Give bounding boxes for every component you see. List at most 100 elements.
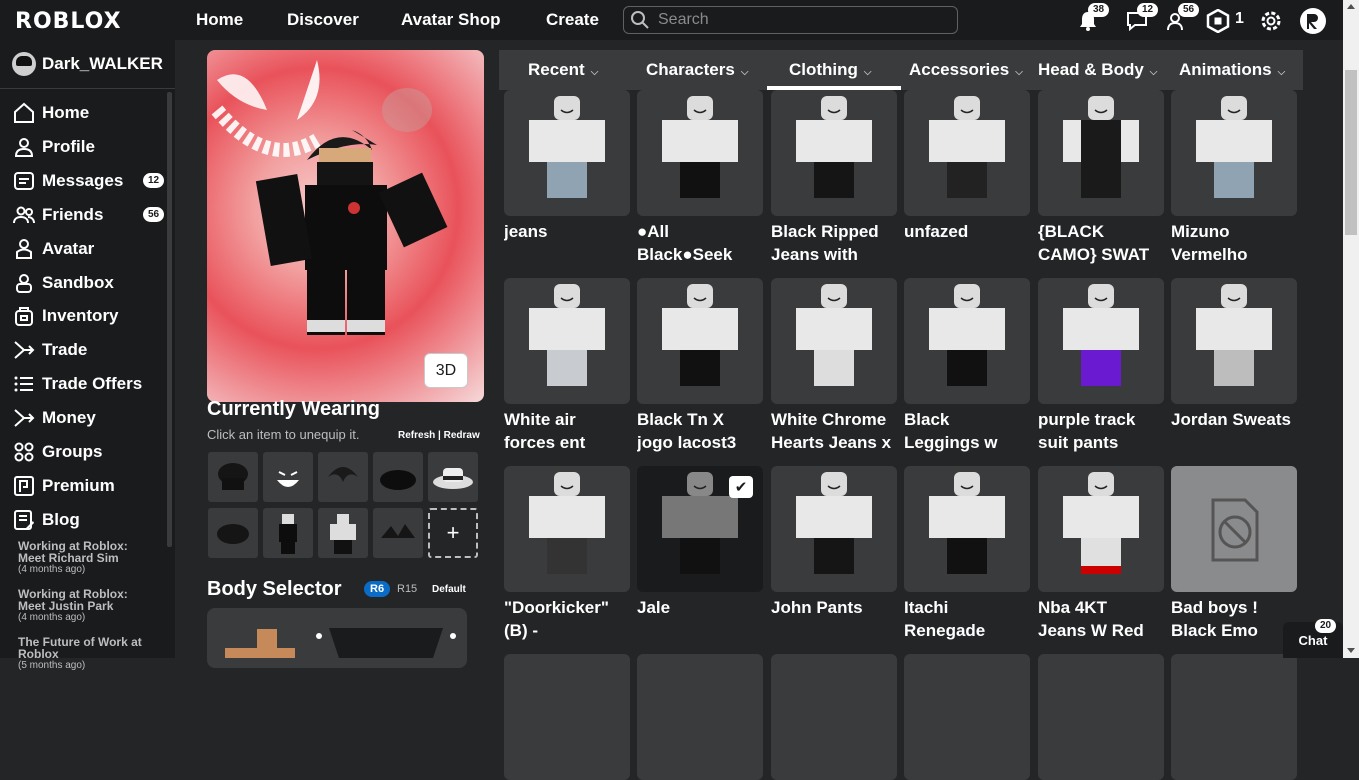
item-card[interactable]: [771, 654, 897, 780]
notifications-button[interactable]: 38: [1075, 3, 1110, 34]
item-card[interactable]: [637, 90, 763, 216]
blog-post-link[interactable]: Working at Roblox: Meet Justin Park (4 mon…: [18, 588, 128, 624]
settings-button[interactable]: [1258, 8, 1284, 34]
roblox-plus-button[interactable]: [1300, 8, 1326, 34]
nav-avatar-shop[interactable]: Avatar Shop: [401, 10, 501, 30]
worn-item-hair-2[interactable]: [318, 452, 368, 502]
sidebar-item-sandbox[interactable]: Sandbox: [12, 270, 114, 296]
worn-item-mask[interactable]: [208, 508, 258, 558]
item-card[interactable]: [637, 654, 763, 780]
checkmark-icon[interactable]: ✔: [729, 476, 753, 498]
sidebar-item-blog[interactable]: Blog: [12, 507, 80, 533]
item-name[interactable]: Itachi Renegade: [904, 596, 1032, 642]
r15-toggle[interactable]: R15: [397, 583, 417, 595]
item-card[interactable]: [504, 278, 630, 404]
sidebar-item-trade[interactable]: Trade: [12, 337, 87, 363]
item-card[interactable]: [1171, 278, 1297, 404]
item-name[interactable]: Black Ripped Jeans with: [771, 220, 899, 266]
worn-item-accessory[interactable]: [373, 508, 423, 558]
messages-button[interactable]: 12: [1124, 3, 1159, 34]
scrollbar-thumb[interactable]: [1345, 70, 1357, 235]
sidebar-item-groups[interactable]: Groups: [12, 439, 102, 465]
item-card[interactable]: [504, 654, 630, 780]
view-3d-toggle-button[interactable]: 3D: [424, 353, 468, 388]
tab-accessories[interactable]: Accessories ⌵: [909, 60, 1023, 80]
tab-characters[interactable]: Characters ⌵: [646, 60, 748, 80]
item-name[interactable]: White Chrome Hearts Jeans x: [771, 408, 899, 454]
chat-button[interactable]: Chat 20: [1283, 619, 1343, 658]
roblox-logo[interactable]: ROBLOX: [15, 9, 122, 34]
item-card[interactable]: [1171, 466, 1297, 592]
sidebar-item-trade-offers[interactable]: Trade Offers: [12, 371, 142, 397]
item-card[interactable]: [1038, 90, 1164, 216]
add-item-button[interactable]: +: [428, 508, 478, 558]
item-name[interactable]: ●All Black●Seek: [637, 220, 765, 266]
tab-head-body[interactable]: Head & Body ⌵: [1038, 60, 1157, 80]
sidebar-item-inventory[interactable]: Inventory: [12, 303, 119, 329]
item-card[interactable]: [1171, 654, 1297, 780]
item-card[interactable]: [771, 278, 897, 404]
refresh-link[interactable]: Refresh: [398, 430, 435, 441]
avatar-preview[interactable]: [207, 50, 484, 402]
item-card[interactable]: [771, 90, 897, 216]
default-body-button[interactable]: Default: [432, 584, 466, 595]
sidebar-user[interactable]: Dark_WALKER: [12, 52, 163, 76]
item-name[interactable]: White air forces ent: [504, 408, 632, 454]
nav-create[interactable]: Create: [546, 10, 599, 30]
worn-item-hair[interactable]: [208, 452, 258, 502]
tab-clothing[interactable]: Clothing ⌵: [789, 60, 872, 80]
item-name[interactable]: John Pants: [771, 596, 899, 619]
item-name[interactable]: Bad boys ! Black Emo: [1171, 596, 1299, 642]
item-name[interactable]: Black Tn X jogo lacost3: [637, 408, 765, 454]
sidebar-item-premium[interactable]: Premium: [12, 473, 115, 499]
sidebar-item-money[interactable]: Money: [12, 405, 96, 431]
item-card[interactable]: [1038, 654, 1164, 780]
item-name[interactable]: purple track suit pants: [1038, 408, 1166, 454]
item-card[interactable]: [904, 654, 1030, 780]
item-card[interactable]: ✔: [637, 466, 763, 592]
blog-post-link[interactable]: Working at Roblox: Meet Richard Sim (4 mon…: [18, 540, 128, 576]
item-name[interactable]: jeans: [504, 220, 632, 243]
tab-animations[interactable]: Animations ⌵: [1179, 60, 1285, 80]
item-name[interactable]: Nba 4KT Jeans W Red: [1038, 596, 1166, 642]
item-card[interactable]: [504, 90, 630, 216]
page-scrollbar[interactable]: [1343, 0, 1359, 658]
item-card[interactable]: [771, 466, 897, 592]
blog-post-link[interactable]: The Future of Work at Roblox (5 months ago…: [18, 636, 142, 672]
friends-button[interactable]: 56: [1165, 3, 1200, 34]
item-name[interactable]: "Doorkicker" (B) -: [504, 596, 632, 642]
item-name[interactable]: unfazed: [904, 220, 1032, 243]
item-name[interactable]: Jale: [637, 596, 765, 619]
sidebar-item-messages[interactable]: Messages: [12, 168, 123, 194]
sidebar-scrollbar[interactable]: [167, 92, 172, 547]
worn-item-shirt[interactable]: [263, 508, 313, 558]
item-card[interactable]: [904, 466, 1030, 592]
sidebar-item-profile[interactable]: Profile: [12, 134, 95, 160]
item-card[interactable]: [1038, 466, 1164, 592]
item-name[interactable]: Black Leggings w: [904, 408, 1032, 454]
worn-item-face[interactable]: [263, 452, 313, 502]
item-card[interactable]: [904, 278, 1030, 404]
worn-item-fedora[interactable]: [428, 452, 478, 502]
sidebar-item-home[interactable]: Home: [12, 100, 89, 126]
r6-toggle[interactable]: R6: [364, 581, 391, 597]
item-card[interactable]: [1171, 90, 1297, 216]
robux-button[interactable]: [1205, 8, 1231, 34]
item-card[interactable]: [1038, 278, 1164, 404]
nav-home[interactable]: Home: [196, 10, 243, 30]
item-card[interactable]: [504, 466, 630, 592]
sidebar-item-avatar[interactable]: Avatar: [12, 236, 94, 262]
tab-recent[interactable]: Recent ⌵: [528, 60, 598, 80]
item-name[interactable]: Jordan Sweats: [1171, 408, 1299, 431]
item-card[interactable]: [637, 278, 763, 404]
item-name[interactable]: Mizuno Vermelho: [1171, 220, 1299, 266]
sidebar-item-friends[interactable]: Friends: [12, 202, 103, 228]
item-name[interactable]: {BLACK CAMO} SWAT: [1038, 220, 1166, 266]
scroll-up-icon[interactable]: [1347, 4, 1355, 9]
redraw-link[interactable]: Redraw: [444, 430, 480, 441]
item-card[interactable]: [904, 90, 1030, 216]
search-input[interactable]: Search: [623, 6, 958, 34]
worn-item-hat[interactable]: [373, 452, 423, 502]
worn-item-pants[interactable]: [318, 508, 368, 558]
nav-discover[interactable]: Discover: [287, 10, 359, 30]
